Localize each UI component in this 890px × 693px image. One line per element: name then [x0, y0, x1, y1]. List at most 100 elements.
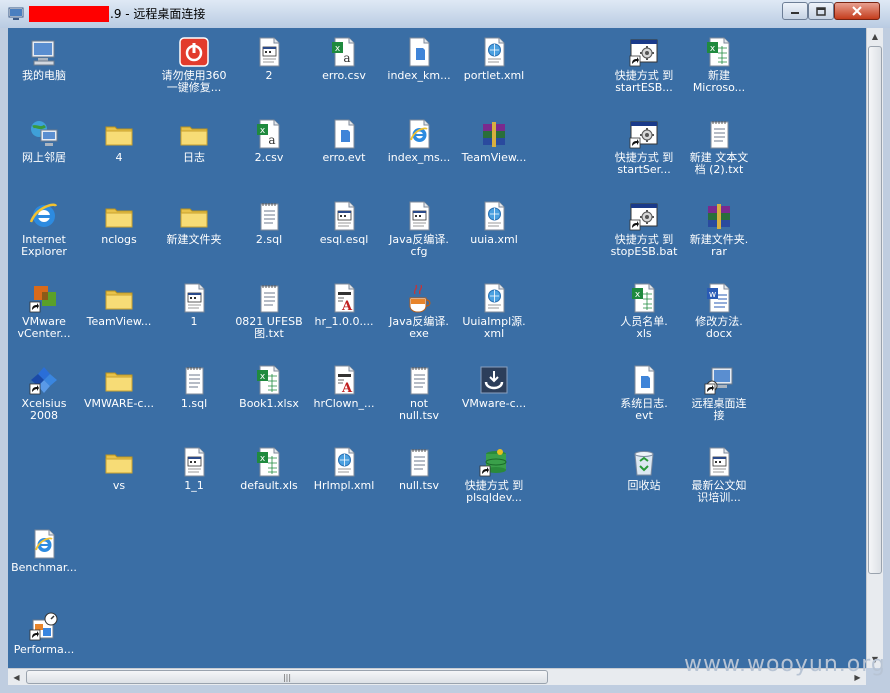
desktop-icon[interactable]: Xcelsius 2008: [8, 360, 80, 440]
desktop-icon[interactable]: portlet.xml: [458, 32, 530, 112]
ie-file-icon: [34, 529, 55, 559]
desktop-icon-label: 网上邻居: [22, 151, 66, 164]
desktop-icon-label: Xcelsius 2008: [21, 397, 67, 422]
desktop-icon[interactable]: Java反编译. cfg: [383, 196, 455, 276]
desktop-icon-label: 回收站: [627, 479, 661, 492]
desktop-icon-label: 1_1: [184, 479, 204, 492]
desktop-icon[interactable]: esql.esql: [308, 196, 380, 276]
desktop-icon[interactable]: 最新公文知 识培训...: [683, 442, 755, 522]
desktop-icon[interactable]: 2: [233, 32, 305, 112]
text-doc-icon: [184, 447, 205, 477]
desktop-icon[interactable]: not null.tsv: [383, 360, 455, 440]
remote-desktop-icon: [704, 367, 733, 395]
desktop-icon[interactable]: 网上邻居: [8, 114, 80, 194]
desktop-icon[interactable]: Java反编译. exe: [383, 278, 455, 358]
desktop-icon[interactable]: 快捷方式 到 stopESB.bat: [608, 196, 680, 276]
batch-shortcut-icon: [629, 203, 658, 231]
desktop-icon[interactable]: index_km...: [383, 32, 455, 112]
notepad-icon: [410, 367, 429, 395]
desktop-icon-label: 新建文件夹. rar: [689, 233, 749, 258]
desktop-icon[interactable]: Benchmar...: [8, 524, 80, 604]
desktop-icon[interactable]: 4: [83, 114, 155, 194]
desktop-icon[interactable]: 新建文件夹. rar: [683, 196, 755, 276]
desktop-icon[interactable]: 日志: [158, 114, 230, 194]
desktop-icon[interactable]: x 新建 Microso...: [683, 32, 755, 112]
desktop-icon[interactable]: erro.evt: [308, 114, 380, 194]
desktop-icon[interactable]: 远程桌面连 接: [683, 360, 755, 440]
desktop-icon[interactable]: VMware vCenter...: [8, 278, 80, 358]
batch-shortcut-icon: [629, 39, 658, 67]
desktop-icon[interactable]: x default.xls: [233, 442, 305, 522]
svg-text:a: a: [343, 51, 350, 65]
desktop-icon[interactable]: Internet Explorer: [8, 196, 80, 276]
desktop-icon[interactable]: 0821 UFESB 图.txt: [233, 278, 305, 358]
desktop-icon[interactable]: 1: [158, 278, 230, 358]
network-icon: [31, 121, 58, 146]
desktop-icon[interactable]: vs: [83, 442, 155, 522]
desktop-icon[interactable]: 2.sql: [233, 196, 305, 276]
desktop-icon[interactable]: x a 2.csv: [233, 114, 305, 194]
generic-file-icon: [334, 119, 355, 149]
xml-file-icon: [334, 447, 355, 477]
desktop-icon[interactable]: x Book1.xlsx: [233, 360, 305, 440]
desktop-icon[interactable]: TeamView...: [458, 114, 530, 194]
desktop-icon[interactable]: index_ms...: [383, 114, 455, 194]
recycle-bin-icon: [634, 451, 654, 476]
ie-icon: [29, 203, 58, 227]
desktop-icon[interactable]: nclogs: [83, 196, 155, 276]
desktop-icon[interactable]: 请勿使用360 一键修复...: [158, 32, 230, 112]
desktop-icon[interactable]: VMWARE-c...: [83, 360, 155, 440]
desktop-icon[interactable]: 1_1: [158, 442, 230, 522]
desktop-icon[interactable]: 我的电脑: [8, 32, 80, 112]
desktop-icon-label: VMware vCenter...: [17, 315, 71, 340]
desktop-icon-label: 快捷方式 到 startESB...: [614, 69, 674, 94]
desktop-icon[interactable]: VMware-c...: [458, 360, 530, 440]
plsql-shortcut-icon: [479, 449, 507, 477]
desktop-icon[interactable]: 快捷方式 到 plsqldev...: [458, 442, 530, 522]
close-button[interactable]: [834, 2, 880, 20]
desktop-icon[interactable]: Performa...: [8, 606, 80, 668]
desktop-icon-label: 2: [265, 69, 273, 82]
desktop-icon-label: 我的电脑: [22, 69, 66, 82]
folder-icon: [180, 208, 208, 228]
desktop-icon-label: 系统日志. evt: [620, 397, 668, 422]
minimize-button[interactable]: [782, 2, 808, 20]
xml-file-icon: [484, 283, 505, 313]
desktop-icon-label: Book1.xlsx: [239, 397, 299, 410]
svg-text:x: x: [260, 372, 266, 382]
desktop-icon-label: uuia.xml: [470, 233, 518, 246]
maximize-button[interactable]: [808, 2, 834, 20]
desktop-icon-label: not null.tsv: [398, 397, 440, 422]
desktop-icon[interactable]: uuia.xml: [458, 196, 530, 276]
desktop-icon[interactable]: x a erro.csv: [308, 32, 380, 112]
desktop-icon[interactable]: Ahr_1.0.0....: [308, 278, 380, 358]
desktop-icon[interactable]: 快捷方式 到 startESB...: [608, 32, 680, 112]
vertical-scroll-thumb[interactable]: [868, 46, 882, 574]
desktop-icon[interactable]: 1.sql: [158, 360, 230, 440]
desktop-icon-label: 新建文件夹: [166, 233, 222, 246]
svg-text:a: a: [268, 133, 275, 147]
desktop-icon-label: erro.csv: [322, 69, 366, 82]
desktop-icon[interactable]: 回收站: [608, 442, 680, 522]
desktop-icon[interactable]: UuiaImpl源. xml: [458, 278, 530, 358]
desktop-icon[interactable]: 新建 文本文 档 (2).txt: [683, 114, 755, 194]
scroll-left-arrow[interactable]: ◀: [8, 669, 25, 685]
desktop-icon-label: TeamView...: [86, 315, 152, 328]
desktop-icon[interactable]: x 人员名单. xls: [608, 278, 680, 358]
desktop-icon-label: VMware-c...: [461, 397, 527, 410]
desktop-icon-label: 1.sql: [180, 397, 208, 410]
generic-file-icon: [409, 37, 430, 67]
desktop-icon[interactable]: null.tsv: [383, 442, 455, 522]
horizontal-scroll-thumb[interactable]: |||: [26, 670, 548, 684]
desktop-icon[interactable]: AhrClown_...: [308, 360, 380, 440]
desktop-icon[interactable]: w 修改方法. docx: [683, 278, 755, 358]
title-bar[interactable]: .9 - 远程桌面连接: [0, 0, 890, 28]
desktop-icon[interactable]: 系统日志. evt: [608, 360, 680, 440]
scroll-up-arrow[interactable]: ▲: [867, 28, 883, 45]
desktop-icon[interactable]: 新建文件夹: [158, 196, 230, 276]
vertical-scrollbar[interactable]: ▲ ▼: [866, 28, 883, 668]
desktop-icon[interactable]: TeamView...: [83, 278, 155, 358]
desktop-icon-label: HrImpl.xml: [313, 479, 375, 492]
desktop-icon[interactable]: HrImpl.xml: [308, 442, 380, 522]
desktop-icon[interactable]: 快捷方式 到 startSer...: [608, 114, 680, 194]
